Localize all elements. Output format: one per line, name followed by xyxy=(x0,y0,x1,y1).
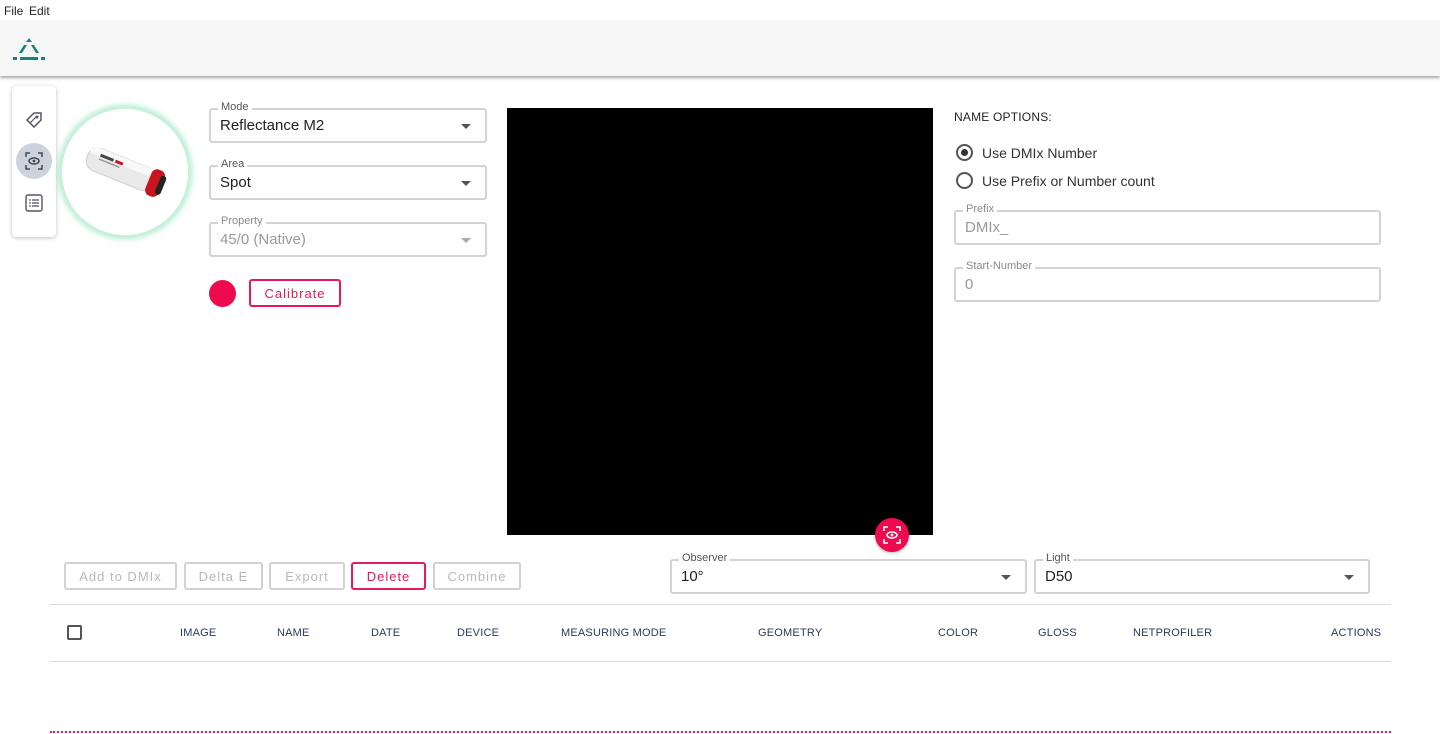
property-label: Property xyxy=(218,215,266,227)
measure-button[interactable] xyxy=(875,518,909,552)
add-to-dmix-button: Add to DMIx xyxy=(64,562,177,590)
drop-zone-border xyxy=(50,731,1391,733)
column-header-gloss[interactable]: GLOSS xyxy=(1038,627,1077,639)
area-value: Spot xyxy=(220,174,251,191)
radio-unchecked-icon[interactable] xyxy=(956,172,973,189)
light-label: Light xyxy=(1043,552,1073,564)
name-options-title: NAME OPTIONS: xyxy=(954,110,1052,124)
combine-button: Combine xyxy=(433,562,521,590)
select-all-checkbox[interactable] xyxy=(67,625,82,640)
device-image xyxy=(60,107,190,237)
app-logo-icon[interactable] xyxy=(11,37,47,61)
radio-dmix-label: Use DMIx Number xyxy=(982,144,1098,161)
side-nav xyxy=(12,86,56,237)
area-select[interactable]: Area Spot xyxy=(209,158,487,200)
mode-label: Mode xyxy=(218,101,252,113)
mode-select[interactable]: Mode Reflectance M2 xyxy=(209,101,487,143)
column-header-color[interactable]: COLOR xyxy=(938,627,978,639)
column-header-name[interactable]: NAME xyxy=(277,627,310,639)
chevron-down-icon xyxy=(1344,575,1354,580)
swatch-tag-icon xyxy=(25,112,42,129)
radio-use-dmix-number[interactable]: Use DMIx Number xyxy=(956,144,1097,161)
measurements-table-header: IMAGE NAME DATE DEVICE MEASURING MODE GE… xyxy=(50,604,1391,662)
measure-eye-icon xyxy=(883,526,901,544)
prefix-value: DMIx_ xyxy=(965,219,1009,236)
property-select: Property 45/0 (Native) xyxy=(209,215,487,257)
property-value: 45/0 (Native) xyxy=(220,231,306,248)
menu-file[interactable]: File xyxy=(4,4,23,18)
camera-preview xyxy=(507,108,933,535)
column-header-geometry[interactable]: GEOMETRY xyxy=(758,627,822,639)
light-select[interactable]: Light D50 xyxy=(1034,552,1370,594)
calibration-status-indicator xyxy=(209,280,236,307)
column-header-actions[interactable]: ACTIONS xyxy=(1331,627,1381,639)
app-bar xyxy=(0,21,1440,76)
chevron-down-icon xyxy=(461,238,471,243)
column-header-netprofiler[interactable]: NETPROFILER xyxy=(1133,627,1212,639)
column-header-device[interactable]: DEVICE xyxy=(457,627,499,639)
menu-bar: File Edit xyxy=(0,0,1440,21)
start-number-value: 0 xyxy=(965,276,974,293)
chevron-down-icon xyxy=(1001,575,1011,580)
light-value: D50 xyxy=(1045,568,1073,585)
column-header-image[interactable]: IMAGE xyxy=(180,627,216,639)
start-number-field: Start-Number 0 xyxy=(954,260,1381,302)
calibrate-button[interactable]: Calibrate xyxy=(249,279,341,307)
delete-button[interactable]: Delete xyxy=(351,562,426,590)
column-header-measuring-mode[interactable]: MEASURING MODE xyxy=(561,627,666,639)
prefix-label: Prefix xyxy=(963,203,998,215)
menu-edit[interactable]: Edit xyxy=(29,4,50,18)
nav-measure-button[interactable] xyxy=(16,143,52,179)
nav-swatch-button[interactable] xyxy=(16,102,52,138)
radio-use-prefix[interactable]: Use Prefix or Number count xyxy=(956,172,1155,189)
column-header-date[interactable]: DATE xyxy=(371,627,400,639)
start-number-label: Start-Number xyxy=(963,260,1036,272)
delta-e-button: Delta E xyxy=(184,562,263,590)
observer-select[interactable]: Observer 10° xyxy=(670,552,1027,594)
radio-prefix-label: Use Prefix or Number count xyxy=(982,172,1155,189)
area-label: Area xyxy=(218,158,248,170)
export-button: Export xyxy=(269,562,345,590)
chevron-down-icon xyxy=(461,124,471,129)
observer-label: Observer xyxy=(679,552,731,564)
prefix-field: Prefix DMIx_ xyxy=(954,203,1381,245)
nav-list-button[interactable] xyxy=(16,185,52,221)
measure-eye-icon xyxy=(25,152,43,170)
radio-checked-icon[interactable] xyxy=(956,144,973,161)
color-reader-device-icon xyxy=(85,145,167,197)
observer-value: 10° xyxy=(681,568,704,585)
chevron-down-icon xyxy=(461,181,471,186)
mode-value: Reflectance M2 xyxy=(220,117,325,134)
list-icon xyxy=(25,194,43,212)
